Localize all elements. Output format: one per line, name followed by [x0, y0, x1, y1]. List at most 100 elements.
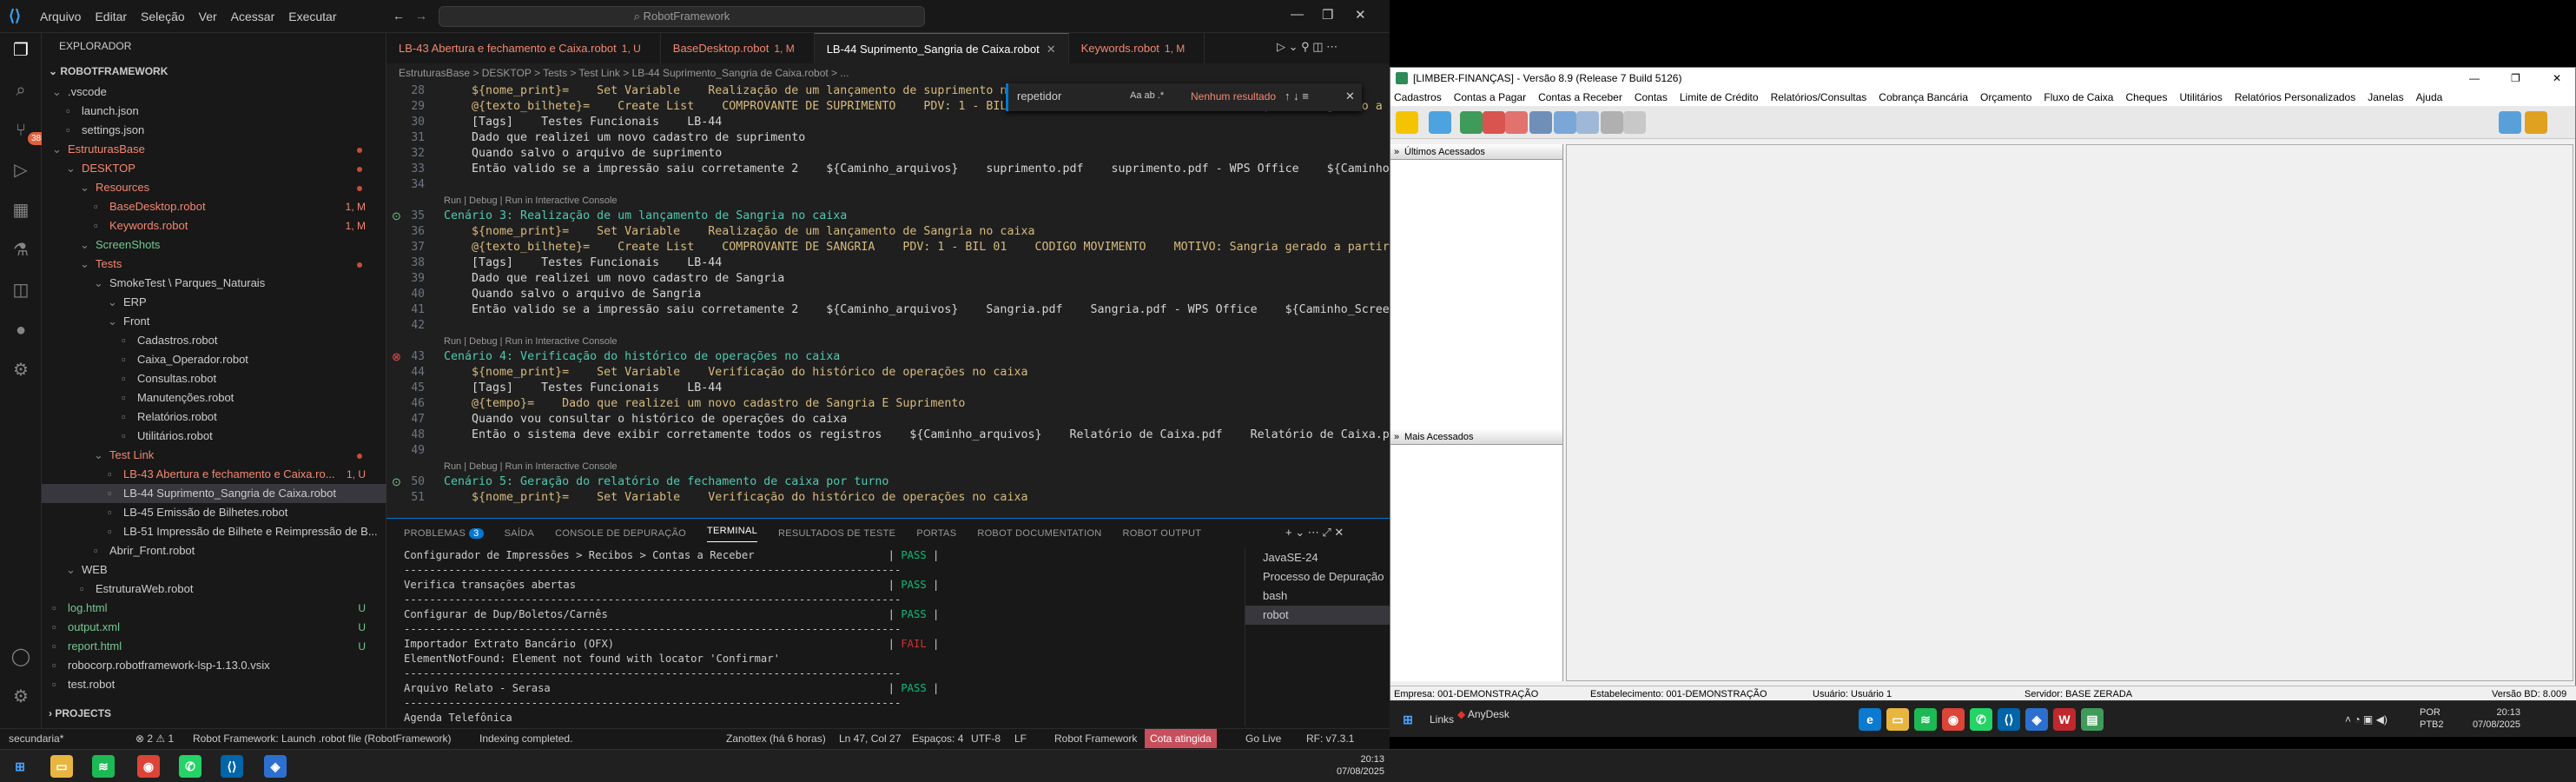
panel-tab[interactable]: RESULTADOS DE TESTE [778, 528, 895, 539]
terminal-instance[interactable]: JavaSE-24 [1245, 548, 1390, 567]
back-arrow-icon[interactable]: ← [393, 9, 405, 23]
panel-tab[interactable]: ROBOT DOCUMENTATION [977, 528, 1101, 539]
test-passed-icon[interactable]: ⊙ [392, 209, 401, 223]
menu-item[interactable]: Executar [288, 10, 336, 23]
close-window-button[interactable]: ✕ [1355, 7, 1366, 23]
editor-tab[interactable]: LB-43 Abertura e fechamento e Caixa.robo… [386, 33, 661, 63]
panel-tab[interactable]: PROBLEMAS [404, 528, 466, 539]
tree-file[interactable]: ▫ Cadastros.robot [42, 331, 386, 350]
tree-file[interactable]: ▫ launch.json [42, 102, 386, 121]
limber-close-button[interactable]: ✕ [2553, 68, 2561, 89]
run-debug-icon[interactable]: ▷ [9, 158, 33, 182]
undo-icon[interactable] [1505, 111, 1528, 134]
file-explorer-icon[interactable]: ▭ [1886, 708, 1909, 731]
tree-file[interactable]: ▫ Keywords.robot 1, M [42, 216, 386, 235]
files-icon[interactable]: ❐ [9, 38, 33, 63]
tree-folder[interactable]: ⌄ Resources [42, 178, 386, 197]
panel-tab[interactable]: PORTAS [916, 528, 956, 539]
tree-folder[interactable]: ⌄ EstruturasBase [42, 140, 386, 159]
command-center[interactable]: ⌕ RobotFramework [439, 6, 925, 27]
vscode-icon[interactable]: ⟨⟩ [221, 755, 243, 778]
limber-menu-item[interactable]: Limite de Crédito [1680, 91, 1759, 103]
tree-folder[interactable]: ⌄ WEB [42, 560, 386, 580]
windows-start-icon[interactable]: ⊞ [9, 755, 31, 778]
blame-status[interactable]: Zanottex (há 6 horas) [726, 732, 826, 745]
editor-actions[interactable]: ▷ ⌄ ⚲ ◫ ⋯ [1277, 40, 1338, 54]
tree-file[interactable]: ▫ LB-45 Emissão de Bilhetes.robot [42, 503, 386, 522]
language-status[interactable]: Robot Framework [1054, 732, 1137, 745]
tree-file[interactable]: ▫ BaseDesktop.robot 1, M [42, 197, 386, 216]
calculator-icon[interactable] [1623, 111, 1646, 134]
panel-tab[interactable]: SAÍDA [505, 528, 535, 539]
tree-file[interactable]: ▫ robocorp.robotframework-lsp-1.13.0.vsix [42, 656, 386, 675]
find-close-icon[interactable]: ✕ [1345, 89, 1355, 103]
tree-file[interactable]: ▫ Consultas.robot [42, 369, 386, 388]
terminal-instance[interactable]: Processo de Depuração [1245, 567, 1390, 586]
limber-menu-item[interactable]: Orçamento [1980, 91, 2031, 103]
indent-status[interactable]: Espaços: 4 [912, 732, 963, 745]
limber-restore-button[interactable]: ❐ [2511, 68, 2520, 89]
code-lens[interactable]: Run | Debug | Run in Interactive Console [444, 196, 618, 206]
editor-tab[interactable]: LB-44 Suprimento_Sangria de Caixa.robot ✕ [814, 33, 1069, 63]
tree-file[interactable]: ▫ test.robot [42, 675, 386, 694]
language-indicator[interactable]: POR PTB2 [2420, 706, 2444, 731]
restore-button[interactable]: ❐ [1322, 7, 1333, 23]
tree-file[interactable]: ▫ EstruturaWeb.robot [42, 580, 386, 599]
clock[interactable]: 20:13 07/08/2025 [2460, 706, 2520, 731]
breadcrumb[interactable]: EstruturasBase > DESKTOP > Tests > Test … [386, 63, 1390, 83]
eol-status[interactable]: LF [1014, 732, 1027, 745]
limber-menu-item[interactable]: Fluxo de Caixa [2044, 91, 2113, 103]
limber-menu-item[interactable]: Ajuda [2416, 91, 2443, 103]
code-lens[interactable]: Run | Debug | Run in Interactive Console [444, 336, 618, 347]
tree-folder[interactable]: ⌄ ERP [42, 293, 386, 312]
report-icon[interactable] [1429, 111, 1451, 134]
panel-tab[interactable]: ROBOT OUTPUT [1123, 528, 1202, 539]
find-nav-icons[interactable]: ↑ ↓ ≡ [1285, 89, 1309, 103]
tree-file[interactable]: ▫ output.xml U [42, 618, 386, 637]
chart-icon[interactable] [2499, 111, 2521, 134]
menu-item[interactable]: Seleção [141, 10, 185, 23]
users-icon[interactable] [1460, 111, 1483, 134]
tree-file[interactable]: ▫ LB-43 Abertura e fechamento e Caixa.ro.… [42, 465, 386, 484]
limber-menu-item[interactable]: Cheques [2125, 91, 2167, 103]
robot-icon[interactable]: ⚙ [9, 358, 33, 382]
tree-file[interactable]: ▫ settings.json [42, 121, 386, 140]
github-icon[interactable]: ● [9, 318, 33, 342]
menu-item[interactable]: Editar [95, 10, 127, 23]
tree-folder[interactable]: ⌄ DESKTOP [42, 159, 386, 178]
tree-folder[interactable]: ⌄ ScreenShots [42, 235, 386, 255]
links-toolbar[interactable]: Links [1430, 713, 1454, 726]
golive-status[interactable]: Go Live [1245, 732, 1281, 745]
spotify-icon[interactable]: ≋ [92, 755, 115, 778]
settings-gear-icon[interactable]: ⚙ [9, 685, 33, 709]
limber-menu-item[interactable]: Janelas [2368, 91, 2403, 103]
minimize-button[interactable]: — [1291, 7, 1304, 22]
limber-menu-item[interactable]: Cobrança Bancária [1879, 91, 1968, 103]
tree-file[interactable]: ▫ Manutenções.robot [42, 388, 386, 408]
menu-item[interactable]: Acessar [231, 10, 275, 23]
tree-file[interactable]: ▫ log.html U [42, 599, 386, 618]
panel-actions[interactable]: + ⌄ ⋯ ⤢ ✕ [1285, 526, 1344, 540]
transfer-icon[interactable] [1576, 111, 1599, 134]
tree-file[interactable]: ▫ Utilitários.robot [42, 427, 386, 446]
forward-arrow-icon[interactable]: → [415, 9, 427, 23]
code-editor[interactable]: 28 ${nome_print}= Set Variable Realizaçã… [386, 83, 1390, 517]
workspace-root[interactable]: ⌄ ROBOTFRAMEWORK [49, 63, 168, 80]
whatsapp-icon[interactable]: ✆ [1970, 708, 1992, 731]
limber-menu-item[interactable]: Contas [1635, 91, 1668, 103]
tab-close-icon[interactable]: ✕ [1047, 43, 1056, 56]
tree-file[interactable]: ▫ Caixa_Operador.robot [42, 350, 386, 369]
limber-minimize-button[interactable]: — [2469, 68, 2480, 89]
exit-icon[interactable] [2525, 111, 2547, 134]
tree-folder[interactable]: ⌄ SmokeTest \ Parques_Naturais [42, 274, 386, 293]
clock[interactable]: 20:13 07/08/2025 [1327, 753, 1384, 778]
windows-start-icon[interactable]: ⊞ [1397, 708, 1419, 731]
source-control-icon[interactable]: ⑂ 385 [9, 118, 50, 145]
tools-icon[interactable] [1529, 111, 1552, 134]
test-failed-icon[interactable]: ⊗ [392, 350, 401, 364]
anydesk-item[interactable]: ◆ AnyDesk [1457, 708, 1509, 720]
payables-icon[interactable] [1483, 111, 1505, 134]
launch-status[interactable]: Robot Framework: Launch .robot file (Rob… [193, 732, 451, 745]
tree-file[interactable]: ▫ Relatórios.robot [42, 408, 386, 427]
search-icon[interactable]: ⌕ [9, 78, 33, 103]
